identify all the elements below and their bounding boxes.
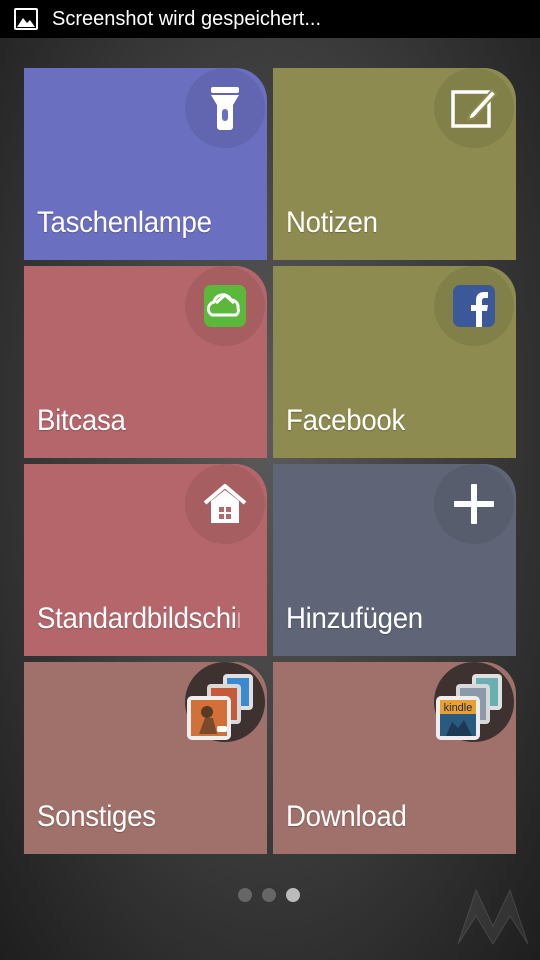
tile-label: Hinzufügen xyxy=(286,602,423,635)
notes-icon xyxy=(434,68,514,148)
tile-sonstiges[interactable]: Sonstiges xyxy=(24,662,267,854)
plus-icon xyxy=(434,464,514,544)
tile-standardbildschirm[interactable]: Standardbildschirm xyxy=(24,464,267,656)
home-icon xyxy=(185,464,265,544)
page-indicator xyxy=(238,888,300,902)
tile-label: Taschenlampe xyxy=(37,206,212,239)
tile-label: Facebook xyxy=(286,404,406,437)
page-dot[interactable] xyxy=(238,888,252,902)
kindle-stack-icon: kindle xyxy=(434,662,514,742)
tile-label: Standardbildschirm xyxy=(37,602,239,635)
tile-notizen[interactable]: Notizen xyxy=(273,68,516,260)
tile-hinzufuegen[interactable]: Hinzufügen xyxy=(273,464,516,656)
tile-grid: Taschenlampe Notizen Bitcasa Facebook St… xyxy=(24,68,516,854)
tile-facebook[interactable]: Facebook xyxy=(273,266,516,458)
bitcasa-icon xyxy=(185,266,265,346)
svg-text:kindle: kindle xyxy=(444,702,473,714)
status-text: Screenshot wird gespeichert... xyxy=(52,7,322,30)
status-bar: Screenshot wird gespeichert... xyxy=(0,0,540,38)
watermark-logo xyxy=(456,886,530,951)
tile-label: Bitcasa xyxy=(37,404,126,437)
page-dot[interactable] xyxy=(262,888,276,902)
tile-label: Notizen xyxy=(286,206,378,239)
facebook-icon xyxy=(434,266,514,346)
flashlight-icon xyxy=(185,68,265,148)
apps-stack-icon xyxy=(185,662,265,742)
page-dot-active[interactable] xyxy=(286,888,300,902)
tile-label: Download xyxy=(286,800,407,833)
tile-bitcasa[interactable]: Bitcasa xyxy=(24,266,267,458)
image-icon xyxy=(14,8,38,30)
tile-taschenlampe[interactable]: Taschenlampe xyxy=(24,68,267,260)
tile-label: Sonstiges xyxy=(37,800,156,833)
tile-download[interactable]: kindle Download xyxy=(273,662,516,854)
